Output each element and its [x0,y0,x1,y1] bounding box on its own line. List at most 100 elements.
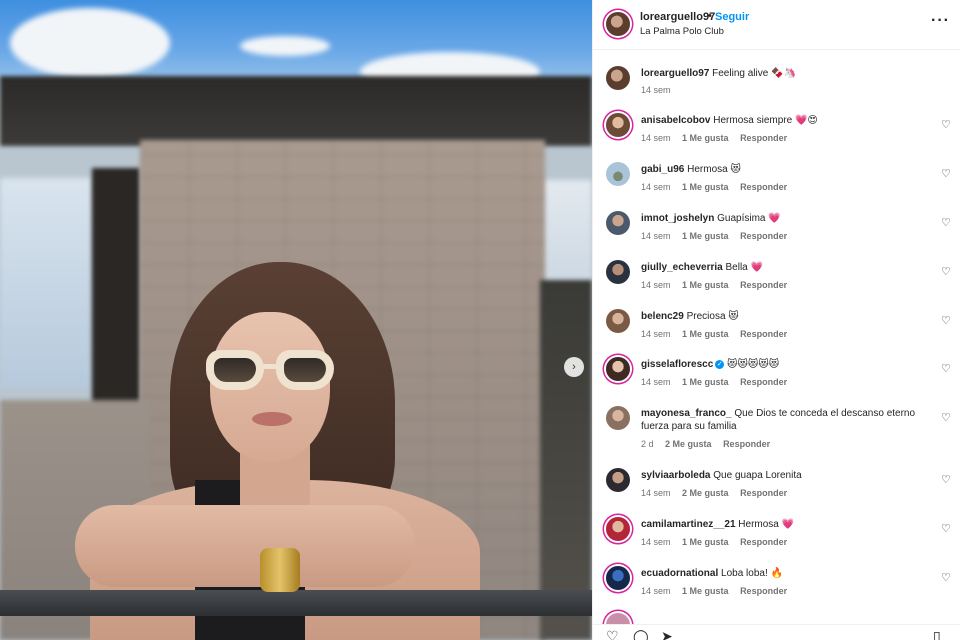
post-header: lorearguello97 • Seguir La Palma Polo Cl… [593,0,960,50]
comment-likes[interactable]: 1 Me gusta [682,231,729,241]
caption-time: 14 sem [641,85,671,95]
post-photo[interactable]: › [0,0,592,640]
comment-time: 14 sem [641,488,671,498]
author-avatar[interactable] [606,12,630,36]
reply-button[interactable]: Responder [740,280,787,290]
heart-icon[interactable]: ♡ [941,413,952,424]
chevron-right-icon: › [572,361,576,373]
separator-dot: • [708,10,712,22]
comment-username[interactable]: ecuadornational [641,568,718,579]
heart-icon[interactable]: ♡ [941,169,952,180]
comment-username[interactable]: mayonesa_franco_ [641,408,732,419]
comment-text: Hermosa 😻 [687,164,741,175]
comment-username[interactable]: giully_echeverria [641,262,723,273]
reply-button[interactable]: Responder [740,133,787,143]
reply-button[interactable]: Responder [740,231,787,241]
reply-button[interactable]: Responder [740,586,787,596]
commenter-avatar[interactable] [606,211,630,235]
heart-icon[interactable]: ♡ [941,218,952,229]
comment-likes[interactable]: 2 Me gusta [665,439,712,449]
reply-button[interactable]: Responder [740,329,787,339]
sunglasses-lens [206,350,264,390]
heart-icon[interactable]: ♡ [941,267,952,278]
comment-time: 14 sem [641,586,671,596]
comment-time: 14 sem [641,329,671,339]
comment-time: 2 d [641,439,654,449]
reply-button[interactable]: Responder [740,182,787,192]
window-opening [0,178,92,388]
comment-username[interactable]: sylviaarboleda [641,470,710,481]
heart-icon[interactable]: ♡ [606,629,619,640]
comment-likes[interactable]: 1 Me gusta [682,133,729,143]
cloud [240,36,330,56]
comment-username[interactable]: camilamartinez__21 [641,519,736,530]
comment-likes[interactable]: 1 Me gusta [682,586,729,596]
comment-username[interactable]: gabi_u96 [641,164,684,175]
heart-icon[interactable]: ♡ [941,475,952,486]
comment-likes[interactable]: 1 Me gusta [682,280,729,290]
follow-button[interactable]: Seguir [715,11,749,23]
comment-likes[interactable]: 2 Me gusta [682,488,729,498]
comment-time: 14 sem [641,537,671,547]
reply-button[interactable]: Responder [740,537,787,547]
comment-likes[interactable]: 1 Me gusta [682,329,729,339]
more-options-icon[interactable]: ··· [931,12,950,30]
heart-icon[interactable]: ♡ [941,120,952,131]
commenter-avatar[interactable] [606,260,630,284]
comment-text: Preciosa 😻 [686,311,739,322]
share-icon[interactable]: ➤ [661,629,673,640]
metal-railing [0,590,592,616]
comment-text: Guapísima 💗 [717,213,781,224]
crossed-arms [75,505,415,587]
heart-icon[interactable]: ♡ [941,524,952,535]
sunglasses [206,350,334,392]
comment-likes[interactable]: 1 Me gusta [682,377,729,387]
roof-beam [0,76,592,146]
heart-icon[interactable]: ♡ [941,573,952,584]
reply-button[interactable]: Responder [740,488,787,498]
commenter-avatar[interactable] [606,309,630,333]
caption-username[interactable]: lorearguello97 [641,68,709,79]
caption-text: Feeling alive 🍫🦄 [712,68,796,79]
comment-time: 14 sem [641,231,671,241]
carousel-next-button[interactable]: › [564,357,584,377]
comment-text: Bella 💗 [725,262,763,273]
commenter-avatar[interactable] [606,162,630,186]
comment-text: Hermosa siempre 💗😍 [713,115,818,126]
cloud [10,8,170,78]
commenter-avatar[interactable] [606,566,630,590]
post-actions-bar: ♡ ◯ ➤ ▯ [593,624,960,640]
post-side-panel: lorearguello97 • Seguir La Palma Polo Cl… [592,0,960,640]
post-view: › lorearguello97 • Seguir La Palma Polo … [0,0,960,640]
comment-username[interactable]: anisabelcobov [641,115,710,126]
bookmark-icon[interactable]: ▯ [933,629,941,640]
comment-likes[interactable]: 1 Me gusta [682,182,729,192]
reply-button[interactable]: Responder [723,439,770,449]
comment-username[interactable]: gisselaflorescc [641,359,713,370]
comment-likes[interactable]: 1 Me gusta [682,537,729,547]
commenter-avatar[interactable] [606,517,630,541]
comment-username[interactable]: belenc29 [641,311,684,322]
commenter-avatar[interactable] [606,357,630,381]
reply-button[interactable]: Responder [740,377,787,387]
brick-wall [540,280,592,640]
comment-icon[interactable]: ◯ [633,629,649,640]
heart-icon[interactable]: ♡ [941,316,952,327]
sunglasses-lens [276,350,334,390]
commenter-avatar[interactable] [606,468,630,492]
verified-badge-icon: ✓ [715,360,725,369]
heart-icon[interactable]: ♡ [941,364,952,375]
commenter-avatar[interactable] [606,613,630,624]
comment-time: 14 sem [641,280,671,290]
window-frame [92,168,140,408]
commenter-avatar[interactable] [606,113,630,137]
comment-username[interactable]: imnot_joshelyn [641,213,714,224]
author-avatar[interactable] [606,66,630,90]
post-location[interactable]: La Palma Polo Club [640,26,724,37]
commenter-avatar[interactable] [606,406,630,430]
comments-list[interactable]: lorearguello97 Feeling alive 🍫🦄 14 sem a… [593,50,960,624]
comment-text: Hermosa 💗 [738,519,795,530]
comment-text: 😻😻😻😻😻 [727,359,780,370]
author-username[interactable]: lorearguello97 [640,11,715,23]
woman-lips [252,412,292,426]
